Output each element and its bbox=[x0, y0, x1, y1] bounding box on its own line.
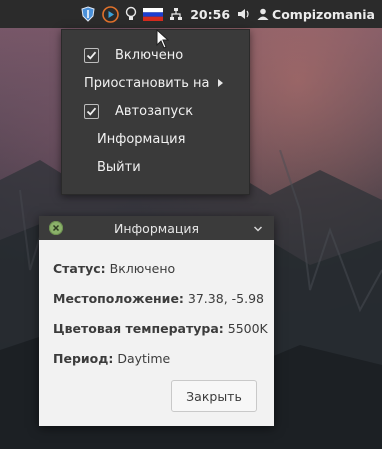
info-dialog: Информация Статус: Включено Местоположен… bbox=[39, 216, 274, 426]
clock[interactable]: 20:56 bbox=[190, 0, 230, 28]
speaker-icon[interactable] bbox=[237, 0, 251, 28]
username-label: Compizomania bbox=[272, 6, 375, 22]
network-icon[interactable] bbox=[169, 0, 183, 28]
autostart-checkbox[interactable] bbox=[84, 103, 99, 119]
top-panel: 20:56 Compizomania bbox=[0, 0, 382, 28]
status-value: Включено bbox=[109, 261, 176, 276]
temperature-key: Цветовая температура: bbox=[53, 321, 224, 336]
menu-item-pause-for[interactable]: Приостановить на bbox=[62, 69, 249, 97]
menu-item-label: Включено bbox=[115, 47, 184, 63]
location-row: Местоположение: 37.38, -5.98 bbox=[53, 291, 264, 306]
period-row: Период: Daytime bbox=[53, 351, 170, 366]
mouse-cursor-icon bbox=[156, 29, 170, 49]
status-row: Статус: Включено bbox=[53, 261, 175, 276]
dialog-title: Информация bbox=[113, 221, 200, 236]
menu-item-info[interactable]: Информация bbox=[62, 125, 249, 153]
submenu-arrow-icon bbox=[218, 79, 223, 87]
close-button[interactable]: Закрыть bbox=[171, 380, 257, 412]
menu-item-autostart[interactable]: Автозапуск bbox=[62, 97, 249, 125]
period-key: Период: bbox=[53, 351, 114, 366]
chevron-down-icon bbox=[253, 226, 263, 232]
temperature-value: 5500K bbox=[227, 321, 268, 336]
minimize-button[interactable] bbox=[253, 222, 263, 237]
dialog-titlebar[interactable]: Информация bbox=[39, 216, 274, 240]
menu-item-label: Приостановить на bbox=[84, 75, 210, 91]
shield-icon[interactable] bbox=[80, 0, 96, 28]
dialog-content: Статус: Включено Местоположение: 37.38, … bbox=[39, 240, 274, 426]
temperature-row: Цветовая температура: 5500K bbox=[53, 321, 268, 336]
status-key: Статус: bbox=[53, 261, 106, 276]
user-menu[interactable]: Compizomania bbox=[257, 0, 379, 28]
enabled-checkbox[interactable] bbox=[84, 47, 99, 63]
system-tray: 20:56 Compizomania bbox=[77, 0, 382, 28]
lightbulb-icon[interactable] bbox=[125, 0, 137, 28]
menu-item-quit[interactable]: Выйти bbox=[62, 153, 249, 181]
russian-flag-icon[interactable] bbox=[143, 0, 164, 28]
location-key: Местоположение: bbox=[53, 291, 184, 306]
menu-item-label: Информация bbox=[97, 131, 186, 147]
user-icon bbox=[257, 8, 269, 20]
menu-item-label: Выйти bbox=[97, 159, 141, 175]
menu-item-label: Автозапуск bbox=[115, 103, 194, 119]
period-value: Daytime bbox=[117, 351, 171, 366]
location-value: 37.38, -5.98 bbox=[187, 291, 264, 306]
play-icon[interactable] bbox=[102, 0, 120, 28]
indicator-menu: Включено Приостановить на Автозапуск Инф… bbox=[61, 29, 250, 195]
